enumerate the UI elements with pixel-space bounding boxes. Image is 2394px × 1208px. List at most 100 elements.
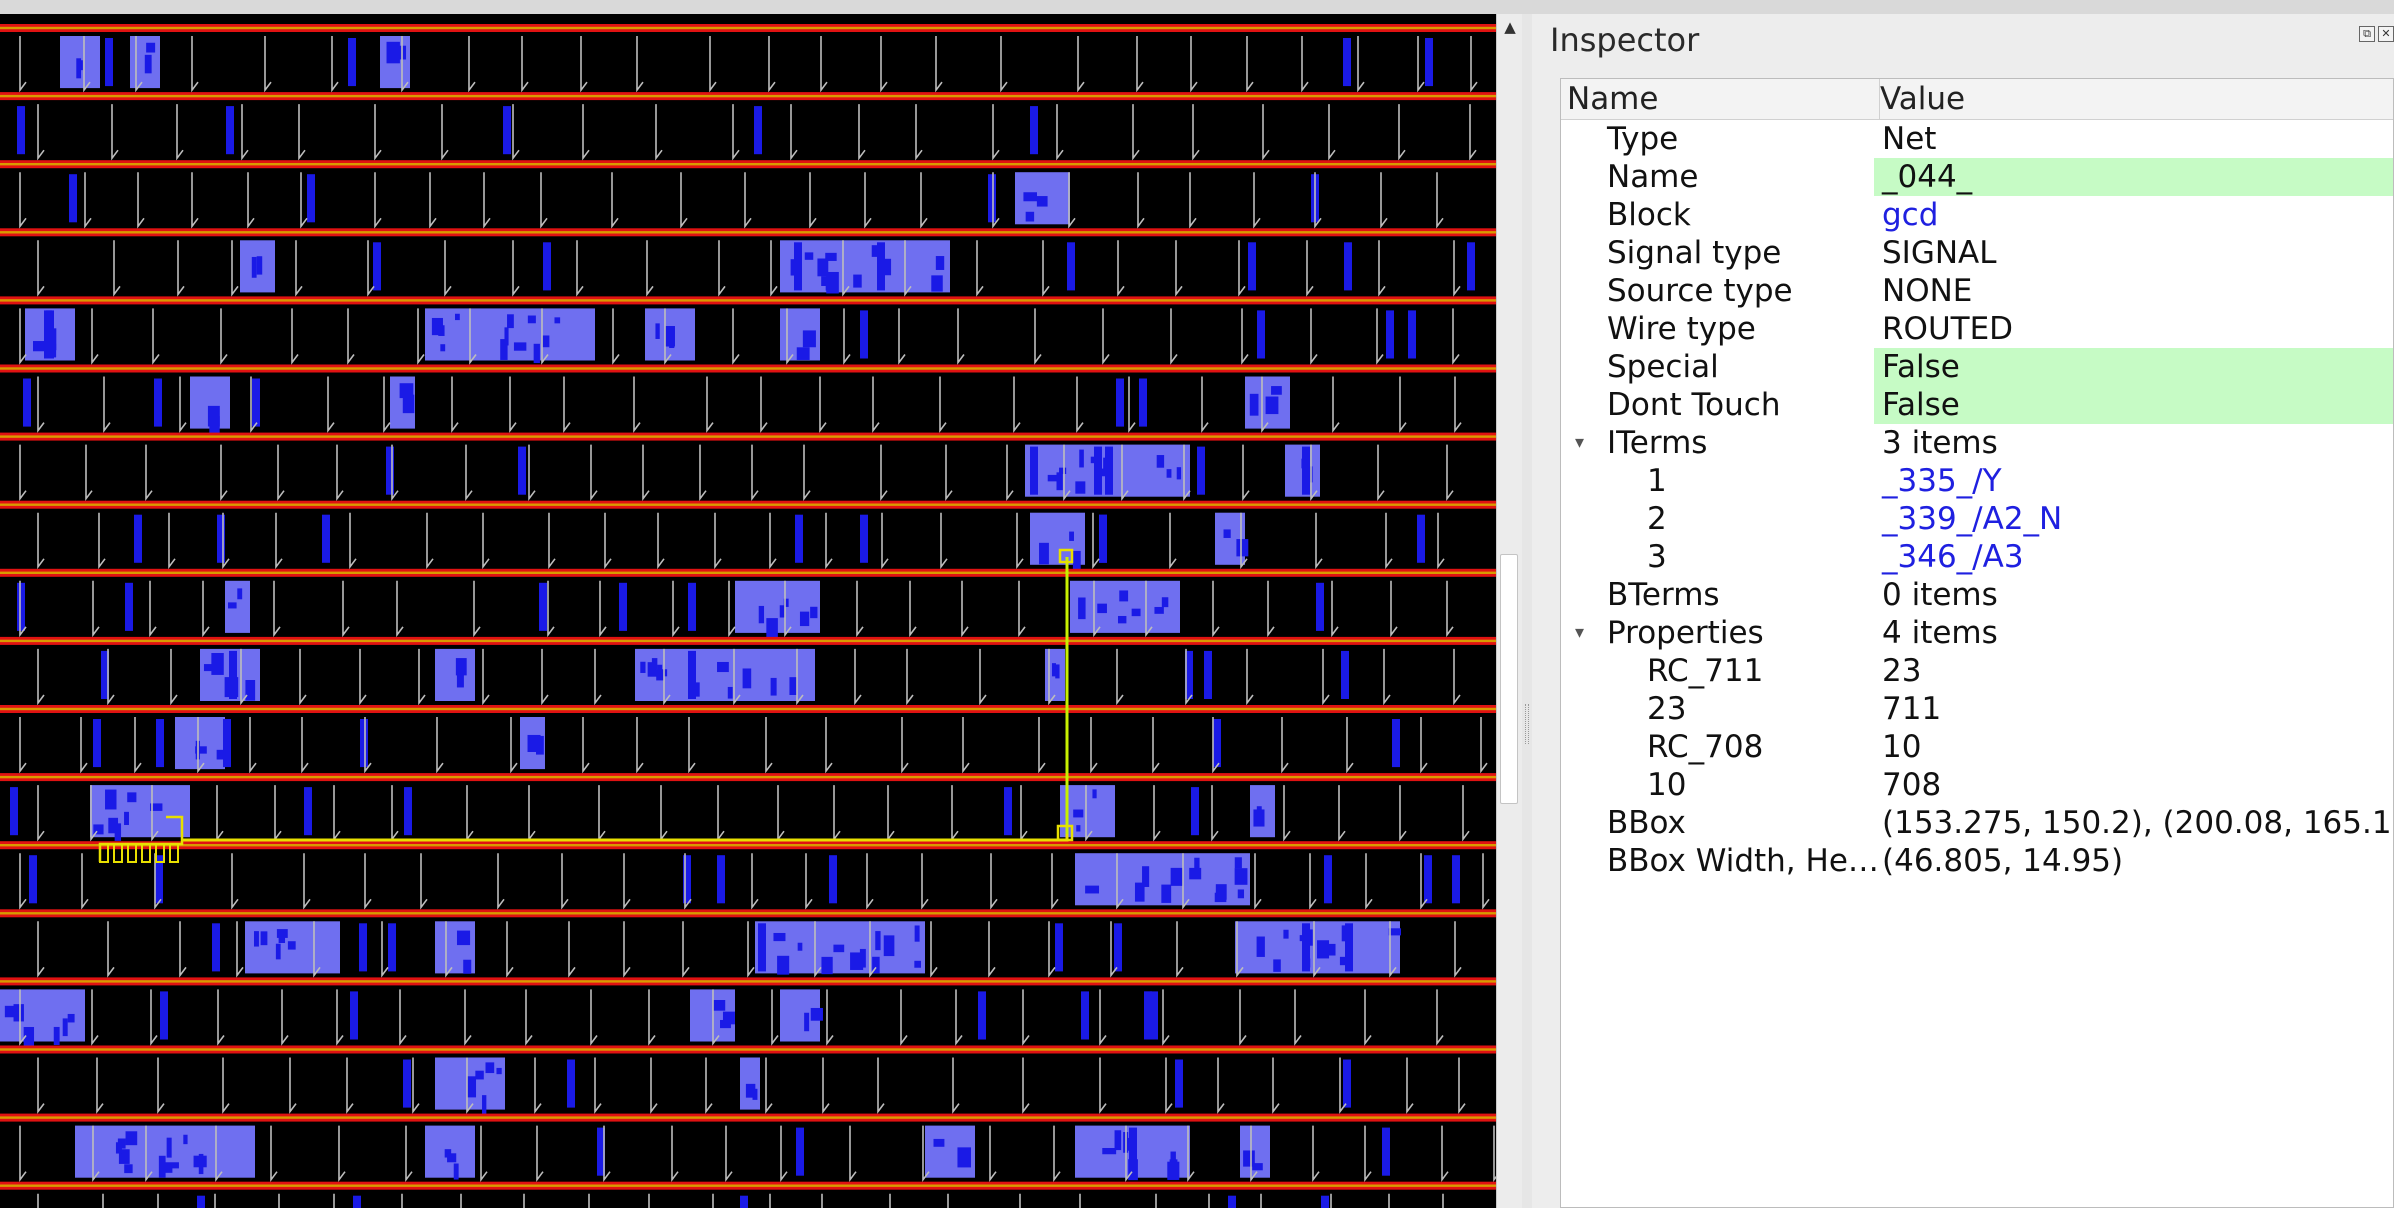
column-header-value[interactable]: Value [1874,79,2380,119]
site-marker [336,444,344,502]
site-marker [359,648,367,706]
property-value-link[interactable]: gcd [1874,196,2393,234]
close-icon[interactable]: ✕ [2378,26,2394,42]
tap-cell [29,855,37,904]
site-marker [96,1057,104,1114]
site-marker [825,717,833,774]
site-marker [1116,648,1124,706]
tap-cell [17,106,25,155]
site-marker [1238,240,1246,297]
site-marker [1399,376,1407,433]
tree-row[interactable]: RC_708 10 [1561,728,2393,766]
site-marker [37,104,45,161]
tree-row[interactable]: 2 _339_/A2_N [1561,500,2393,538]
site-marker [547,580,555,638]
cell-pin-shape [453,1163,459,1180]
tree-row[interactable]: 10 708 [1561,766,2393,804]
cell-pin-shape [1036,196,1048,207]
cell-pin-shape [53,1026,60,1046]
vertical-scrollbar[interactable]: ▲ [1496,14,1522,1208]
site-marker [1322,648,1330,706]
tree-row[interactable]: Dont Touch False [1561,386,2393,424]
column-header-name[interactable]: Name [1561,79,1880,119]
dock-splitter[interactable] [1522,14,1532,1208]
scroll-up-arrow-icon[interactable]: ▲ [1497,14,1523,40]
scrollbar-thumb[interactable] [1500,554,1518,804]
tap-cell [877,242,885,291]
tap-cell [17,582,25,631]
tap-cell [539,582,547,631]
property-value-link[interactable]: _335_/Y [1874,462,2393,500]
site-marker [91,308,99,365]
tree-row[interactable]: BBox Width, He… (46.805, 14.95) [1561,842,2393,880]
tree-row[interactable]: Block gcd [1561,196,2393,234]
cell-pin-shape [655,323,660,339]
tap-cell [1116,378,1124,427]
property-value-link[interactable]: _346_/A3 [1874,538,2393,576]
site-marker [1020,785,1028,842]
site-marker [202,580,210,638]
tap-cell [69,174,77,223]
site-marker [849,1125,857,1183]
tap-cell [1175,1059,1183,1108]
site-marker [391,785,399,842]
property-value: False [1874,386,2393,424]
site-marker [1246,648,1254,706]
tree-row[interactable]: ▾ Properties 4 items [1561,614,2393,652]
site-marker [1441,1125,1449,1183]
tree-row[interactable]: 3 _346_/A3 [1561,538,2393,576]
tree-row[interactable]: 1 _335_/Y [1561,462,2393,500]
power-rail-core [0,1184,1496,1187]
tree-row[interactable]: RC_711 23 [1561,652,2393,690]
site-marker [98,512,106,570]
tree-row[interactable]: Type Net [1561,120,2393,158]
site-marker [1019,1193,1021,1208]
site-marker [464,989,472,1046]
tree-expander-icon[interactable]: ▾ [1575,614,1584,652]
tap-cell [1321,1195,1329,1208]
float-window-icon[interactable]: ⧉ [2359,26,2375,42]
tap-cell [1030,446,1038,495]
cell-pin-shape [1075,481,1086,494]
tree-row[interactable]: 23 711 [1561,690,2393,728]
cell-pin-shape [655,669,668,677]
tree-row[interactable]: Signal type SIGNAL [1561,234,2393,272]
site-marker [405,1125,413,1183]
tree-row[interactable]: BBox (153.275, 150.2), (200.08, 165.15) [1561,804,2393,842]
layout-canvas[interactable] [0,14,1496,1208]
tree-row[interactable]: BTerms 0 items [1561,576,2393,614]
tree-row[interactable]: Special False [1561,348,2393,386]
site-marker [594,1057,602,1114]
site-marker [623,853,631,910]
site-marker [769,512,777,570]
site-marker [482,648,490,706]
splitter-grip[interactable] [1525,704,1529,744]
site-marker [712,1193,714,1208]
tree-expander-icon[interactable]: ▾ [1575,424,1584,462]
tree-row[interactable]: Wire type ROUTED [1561,310,2393,348]
tap-cell [1302,446,1310,495]
site-marker [1162,989,1170,1046]
site-marker [877,1057,885,1114]
cell-pin-shape [1283,929,1289,939]
site-marker [1458,1057,1466,1114]
cell-pin-shape [125,1131,138,1146]
site-marker [441,104,449,161]
cell-pin-shape [797,942,803,951]
cell-pin-shape [485,1062,495,1074]
tap-cell [1094,446,1102,495]
tree-row[interactable]: Name _044_ [1561,158,2393,196]
property-name: Dont Touch [1607,387,1781,423]
site-marker [85,444,93,502]
site-marker [521,36,529,93]
site-marker [37,785,45,842]
tree-row[interactable]: ▾ ITerms 3 items [1561,424,2393,462]
tree-row[interactable]: Source type NONE [1561,272,2393,310]
site-marker [482,512,490,570]
site-marker [1420,717,1428,774]
site-marker [1482,853,1490,910]
property-value-link[interactable]: _339_/A2_N [1874,500,2393,538]
layout-drawing[interactable] [0,14,1496,1208]
cell-pin-shape [766,618,778,639]
tap-cell [1081,991,1089,1040]
